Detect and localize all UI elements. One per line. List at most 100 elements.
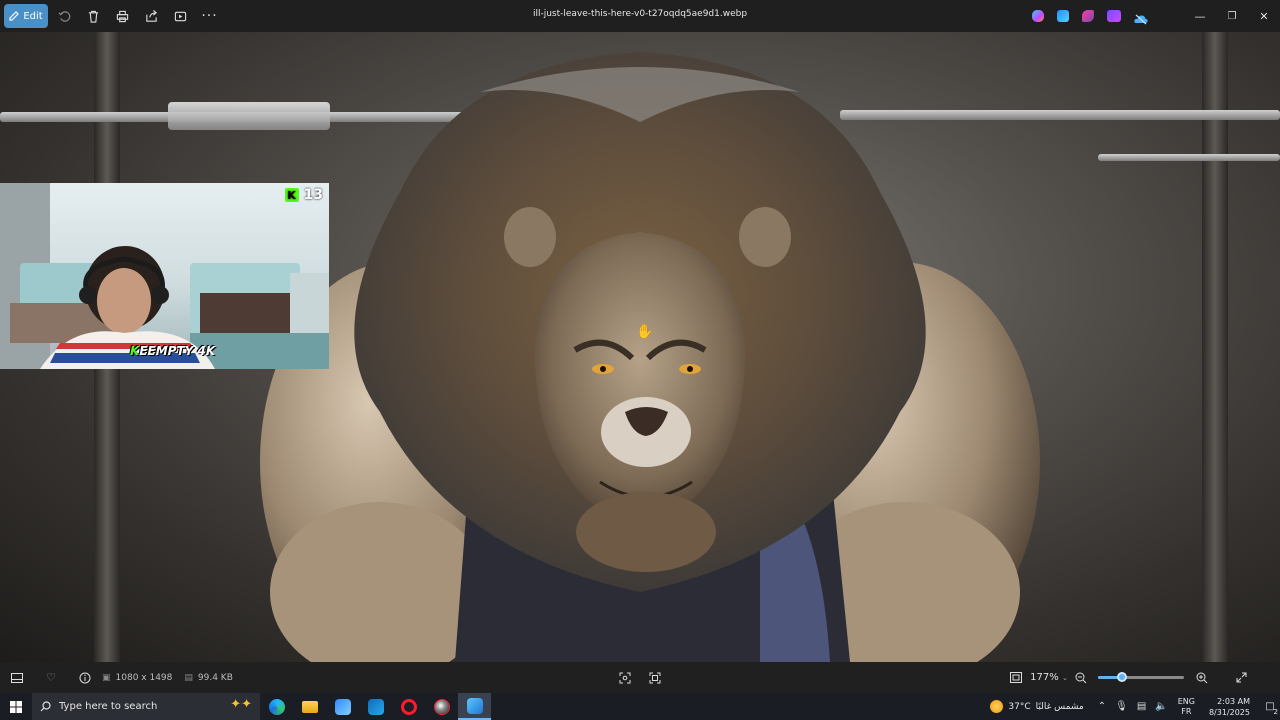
brand-k: K [130,344,140,358]
start-button[interactable] [0,693,32,720]
zoom-in-button[interactable] [1190,662,1214,693]
fit-to-window-button[interactable] [1004,662,1028,693]
printer-icon [116,10,129,22]
delete-button[interactable] [79,4,108,28]
zoom-slider-thumb[interactable] [1117,672,1128,682]
photos-app: Edit ··· ill-just-leave-this-here-v0-t27… [0,0,1280,720]
zoom-out-icon [1075,672,1087,683]
heart-icon: ♡ [46,671,56,684]
system-tray: 37°C مشمس غالبًا ⌃ 🎙 ▤ 🔈 ENG FR 2:03 AM … [990,693,1280,720]
slideshow-button[interactable] [166,4,195,28]
visual-search-icon [619,672,631,683]
zoom-level[interactable]: 177% ⌄ [1028,672,1070,683]
clock-date: 8/31/2025 [1208,707,1250,717]
chevron-up-icon[interactable]: ⌃ [1098,701,1106,712]
image-dimensions: ▣ 1080 x 1498 [102,673,172,683]
volume-icon[interactable]: 🔈 [1155,701,1167,712]
close-button[interactable]: ✕ [1248,0,1280,32]
image-size-icon: ▣ [102,672,111,683]
folder-icon [301,700,318,713]
viewer-count: 13 [303,187,323,203]
rotate-icon [58,10,71,22]
sparkle-icon: ✦✦ [230,697,252,712]
edge-icon [268,698,285,715]
notification-count: 2 [1273,708,1278,716]
fit-window-icon [1010,672,1022,683]
temperature: 37°C [1008,701,1031,712]
taskbar-search[interactable]: Type here to search ✦✦ [32,693,260,720]
favorite-button[interactable]: ♡ [34,662,68,693]
image-actions [614,662,666,693]
edit-icon [9,11,20,21]
zoom-value: 177% [1030,672,1059,683]
clipchamp-icon[interactable] [1057,10,1069,22]
top-toolbar: Edit ··· ill-just-leave-this-here-v0-t27… [0,0,1280,32]
taskbar-outlook[interactable] [359,693,392,720]
taskbar-photos[interactable] [458,693,491,720]
viewer-counter: K 13 [284,187,323,203]
share-button[interactable] [137,4,166,28]
dimensions-text: 1080 x 1498 [115,672,173,683]
clipchamp-video-icon[interactable] [1107,10,1121,22]
print-button[interactable] [108,4,137,28]
fullscreen-button[interactable] [1226,662,1256,693]
more-options-button[interactable]: ··· [195,4,224,28]
slideshow-icon [174,11,187,21]
windows-taskbar: Type here to search ✦✦ 37°C مشمس غالبًا … [0,693,1280,720]
file-size-text: 99.4 KB [197,672,233,683]
onedrive-icon[interactable] [1134,10,1148,25]
taskbar-edge[interactable] [260,693,293,720]
hand-cursor-icon: ✋ [636,324,654,340]
file-size: ▤ 99.4 KB [184,673,233,683]
taskbar-store[interactable] [326,693,359,720]
zoom-out-button[interactable] [1070,662,1092,693]
edit-label: Edit [23,10,43,22]
sphere-icon [433,698,450,715]
taskbar-opera[interactable] [392,693,425,720]
clock-time: 2:03 AM [1217,696,1250,706]
filmstrip-icon [11,672,23,683]
weather-text: مشمس غالبًا [1035,701,1084,712]
designer-icon[interactable] [1082,10,1094,22]
window-controls: — ❐ ✕ [1184,0,1280,32]
visual-search-button[interactable] [614,662,636,693]
webcam-scene [0,183,329,369]
filmstrip-button[interactable] [0,662,34,693]
weather-widget[interactable]: 37°C مشمس غالبًا [990,700,1084,713]
network-icon[interactable]: ▤ [1137,701,1146,712]
minimize-button[interactable]: — [1184,0,1216,32]
taskbar-file-explorer[interactable] [293,693,326,720]
zoom-slider[interactable] [1098,672,1184,682]
taskbar-clock[interactable]: 2:03 AM 8/31/2025 [1209,696,1250,718]
language-indicator[interactable]: ENG FR [1178,697,1195,717]
share-icon [146,9,158,22]
file-info-button[interactable] [68,662,102,693]
brand-name: EEMPTY 4K [139,344,216,358]
search-icon [40,701,51,712]
copilot-icon[interactable] [1032,10,1044,22]
more-icon: ··· [201,8,218,24]
maximize-button[interactable]: ❐ [1216,0,1248,32]
microphone-icon[interactable]: 🎙 [1115,701,1128,712]
edit-button[interactable]: Edit [4,4,48,28]
restore-icon: ❐ [1227,10,1237,22]
chevron-down-icon: ⌄ [1061,674,1068,682]
zoom-in-icon [1196,672,1208,683]
window-title: ill-just-leave-this-here-v0-t27oqdq5ae9d… [532,9,748,19]
scan-text-icon [649,672,661,683]
kick-logo-icon: K [284,188,299,202]
rotate-button[interactable] [50,4,79,28]
notification-button[interactable]: □ 2 [1260,693,1280,720]
info-icon [79,672,91,683]
windows-logo-icon [10,700,22,713]
trash-icon [88,10,99,23]
taskbar-app-sphere[interactable] [425,693,458,720]
sun-icon [990,700,1004,713]
storage-icon: ▤ [184,672,193,683]
opera-icon [400,698,417,715]
tray-icons: ⌃ 🎙 ▤ 🔈 [1098,701,1168,712]
webcam-overlay: K 13 KEEMPTY 4K [0,183,329,369]
text-scan-button[interactable] [644,662,666,693]
outlook-icon [367,698,384,715]
store-icon [334,698,351,715]
